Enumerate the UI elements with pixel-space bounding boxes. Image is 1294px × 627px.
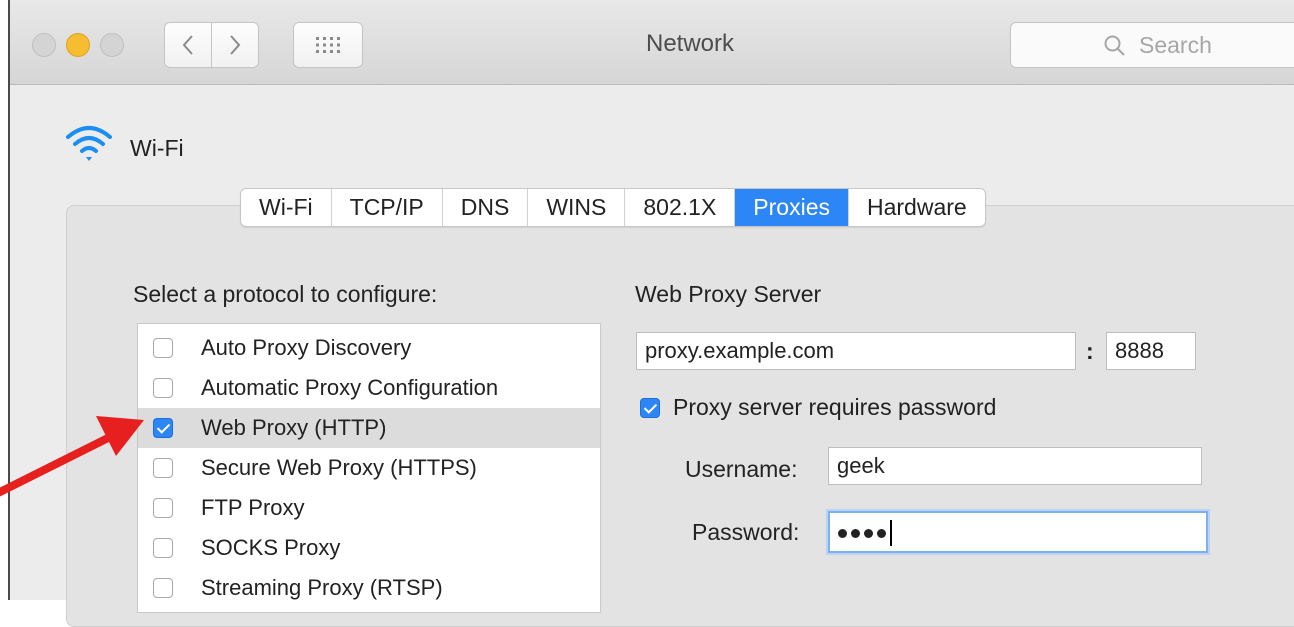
list-item-label: FTP Proxy [201, 495, 305, 520]
tab-dns[interactable]: DNS [443, 189, 529, 226]
list-item-label: Web Proxy (HTTP) [201, 415, 387, 440]
text-caret [890, 520, 892, 547]
network-preferences-window: Network Search Wi-Fi Wi-Fi TCP/IP DNS WI… [8, 0, 1294, 627]
tab-8021x[interactable]: 802.1X [625, 189, 736, 226]
proxy-server-heading: Web Proxy Server [635, 281, 822, 307]
chevron-right-icon [230, 35, 241, 55]
username-field[interactable]: geek [828, 447, 1202, 485]
title-bar: Network Search [10, 0, 1294, 85]
protocol-list: Auto Proxy Discovery Automatic Proxy Con… [137, 323, 601, 613]
window-title: Network [645, 30, 735, 57]
search-placeholder: Search [1139, 32, 1212, 58]
requires-password-label: Proxy server requires password [673, 394, 997, 420]
grid-icon [316, 37, 340, 53]
search-icon [1104, 35, 1125, 56]
tab-wins[interactable]: WINS [528, 189, 626, 226]
annotation-arrow [0, 416, 144, 497]
forward-button[interactable] [211, 22, 259, 68]
password-mask-dot [838, 528, 847, 538]
search-field[interactable]: Search [1010, 22, 1294, 68]
host-port-separator: : [1086, 338, 1094, 364]
list-item[interactable]: FTP Proxy [138, 488, 600, 528]
list-item[interactable]: Secure Web Proxy (HTTPS) [138, 448, 600, 488]
list-item[interactable]: Automatic Proxy Configuration [138, 368, 600, 408]
password-mask-dot [877, 528, 886, 538]
list-item-label: Auto Proxy Discovery [201, 335, 412, 360]
list-item-label: Automatic Proxy Configuration [201, 375, 499, 400]
tab-tcpip[interactable]: TCP/IP [332, 189, 443, 226]
list-item[interactable]: Auto Proxy Discovery [138, 328, 600, 368]
list-item[interactable]: Web Proxy (HTTP) [138, 408, 600, 448]
proxy-port-field[interactable]: 8888 [1106, 332, 1196, 370]
tab-proxies[interactable]: Proxies [735, 189, 849, 226]
password-field[interactable] [828, 511, 1208, 553]
password-label: Password: [692, 519, 800, 545]
password-mask-dot [851, 528, 860, 538]
tab-wifi[interactable]: Wi-Fi [241, 189, 332, 226]
list-item[interactable]: SOCKS Proxy [138, 528, 600, 568]
show-all-button[interactable] [293, 22, 363, 68]
username-label: Username: [685, 456, 798, 482]
tab-bar: Wi-Fi TCP/IP DNS WINS 802.1X Proxies Har… [240, 188, 986, 227]
proxy-host-field[interactable]: proxy.example.com [636, 332, 1076, 370]
password-mask-dot [864, 528, 873, 538]
list-item[interactable]: Streaming Proxy (RTSP) [138, 568, 600, 608]
list-item-label: Secure Web Proxy (HTTPS) [201, 455, 477, 480]
list-item-label: SOCKS Proxy [201, 535, 341, 560]
tab-hardware[interactable]: Hardware [849, 189, 985, 226]
requires-password-checkbox[interactable] [640, 398, 660, 418]
list-item-label: Streaming Proxy (RTSP) [201, 575, 443, 600]
